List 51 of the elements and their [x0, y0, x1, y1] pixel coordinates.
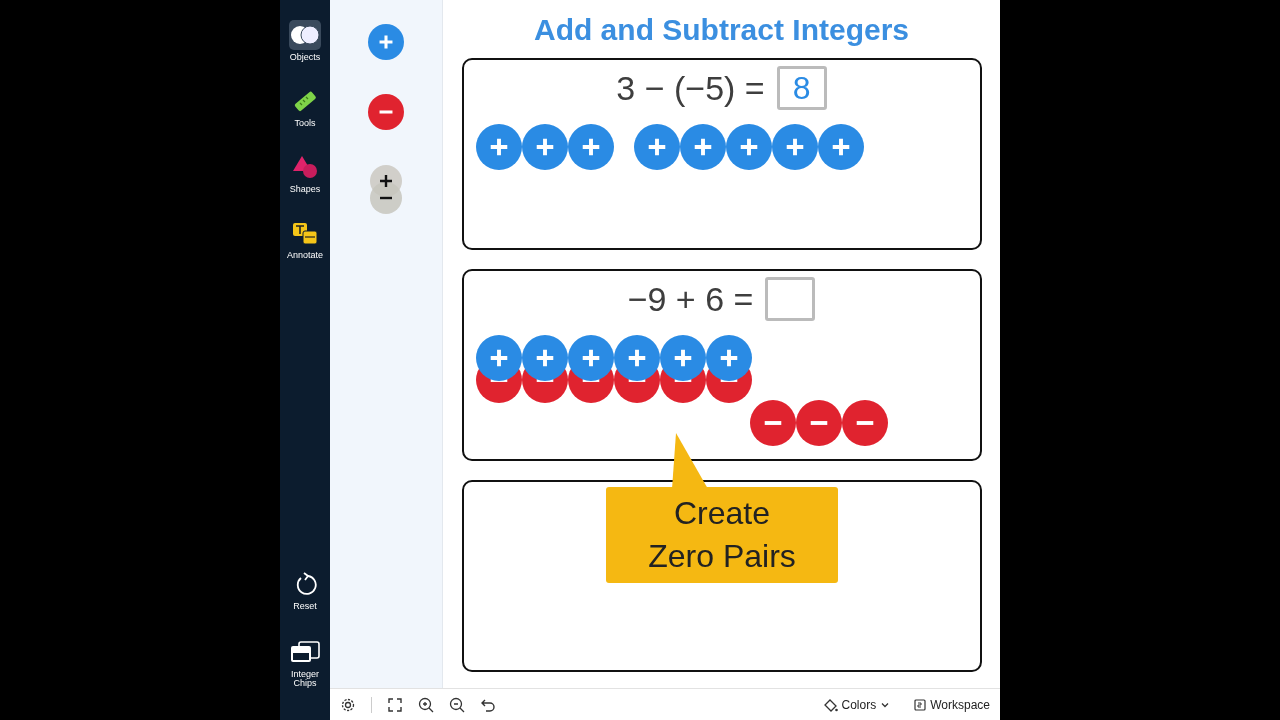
shapes-icon — [291, 154, 319, 180]
positive-chip — [368, 24, 404, 60]
positive-chip — [659, 335, 706, 381]
positive-chip — [567, 124, 614, 170]
worksheet-title: Add and Subtract Integers — [533, 12, 909, 48]
positive-chip — [521, 335, 568, 381]
workspace-icon — [914, 698, 927, 711]
settings-button[interactable] — [340, 696, 356, 713]
settings-icon — [340, 696, 356, 713]
paint-bucket-icon — [823, 697, 838, 712]
sidebar-item[interactable]: Shapes — [283, 150, 327, 196]
zero-pair-icon — [369, 164, 403, 216]
positive-chip — [725, 124, 772, 170]
workspace-button[interactable]: Workspace — [914, 695, 990, 714]
sidebar-item[interactable]: Reset — [283, 567, 327, 613]
zoom-in-button[interactable] — [418, 696, 434, 713]
cards-icon — [290, 641, 320, 663]
positive-chip — [567, 335, 614, 381]
sidebar-item[interactable]: Annotate — [283, 216, 327, 262]
sidebar-item[interactable]: Objects — [283, 18, 327, 64]
negative-chip — [368, 94, 404, 130]
colors-dropdown[interactable]: Colors — [823, 695, 891, 714]
zero-pair-chip[interactable] — [369, 164, 403, 216]
answer-box[interactable]: 8 — [776, 66, 827, 110]
sidebar-item[interactable]: Tools — [283, 84, 327, 130]
negative-chip — [841, 400, 888, 446]
equation: −9 + 6 = — [627, 279, 754, 319]
positive-chip — [705, 335, 752, 381]
positive-chip — [771, 124, 818, 170]
positive-chip — [475, 124, 522, 170]
positive-chip — [613, 335, 660, 381]
positive-chip — [633, 124, 680, 170]
negative-chip — [795, 400, 842, 446]
positive-chip-button[interactable] — [368, 24, 404, 60]
sidebar-item[interactable]: Integer Chips — [283, 635, 327, 690]
negative-chip — [749, 400, 796, 446]
equation: 3 − (−5) = — [616, 68, 765, 108]
zoom-out-icon — [449, 696, 465, 713]
circles-icon — [289, 23, 321, 47]
positive-chip — [679, 124, 726, 170]
callout-pointer — [672, 433, 708, 489]
negative-chip-button[interactable] — [368, 94, 404, 130]
positive-chip — [521, 124, 568, 170]
text-number-icon — [292, 221, 318, 245]
zoom-in-icon — [418, 696, 434, 713]
positive-chip — [817, 124, 864, 170]
fullscreen-icon — [387, 696, 403, 713]
positive-chip — [475, 335, 522, 381]
callout: Create Zero Pairs — [606, 487, 838, 583]
fullscreen-button[interactable] — [387, 696, 403, 713]
zoom-out-button[interactable] — [449, 696, 465, 713]
